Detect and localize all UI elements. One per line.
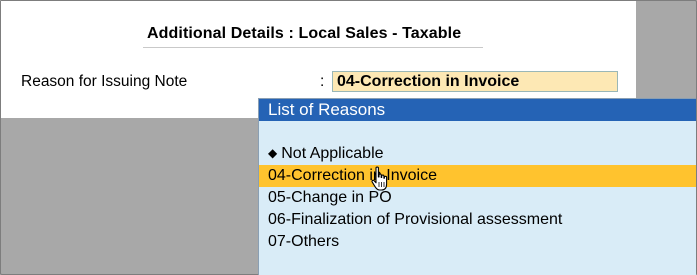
list-item-others[interactable]: 07-Others (259, 231, 696, 253)
list-item-finalization-of-provisional-assessment[interactable]: 06-Finalization of Provisional assessmen… (259, 209, 696, 231)
field-colon: : (320, 73, 325, 90)
list-item-correction-in-invoice[interactable]: 04-Correction in Invoice (259, 165, 696, 187)
list-of-reasons-popup: List of Reasons ◆ Not Applicable 04-Corre… (258, 98, 696, 275)
diamond-icon: ◆ (268, 146, 278, 160)
list-item-label: 07-Others (268, 233, 340, 250)
hand-pointer-cursor-icon (371, 166, 388, 191)
list-item-not-applicable[interactable]: ◆ Not Applicable (259, 143, 696, 165)
title-underline (143, 47, 483, 48)
reason-for-issuing-note-label: Reason for Issuing Note (21, 73, 188, 90)
reason-for-issuing-note-field[interactable]: 04-Correction in Invoice (332, 71, 618, 92)
page-title: Additional Details : Local Sales - Taxab… (147, 25, 462, 42)
list-item-label: 04-Correction in Invoice (268, 167, 437, 184)
list-item-change-in-po[interactable]: 05-Change in PO (259, 187, 696, 209)
list-item-label: Not Applicable (281, 145, 384, 162)
list-item-label: 06-Finalization of Provisional assessmen… (268, 211, 563, 228)
list-of-reasons-title: List of Reasons (259, 99, 696, 121)
